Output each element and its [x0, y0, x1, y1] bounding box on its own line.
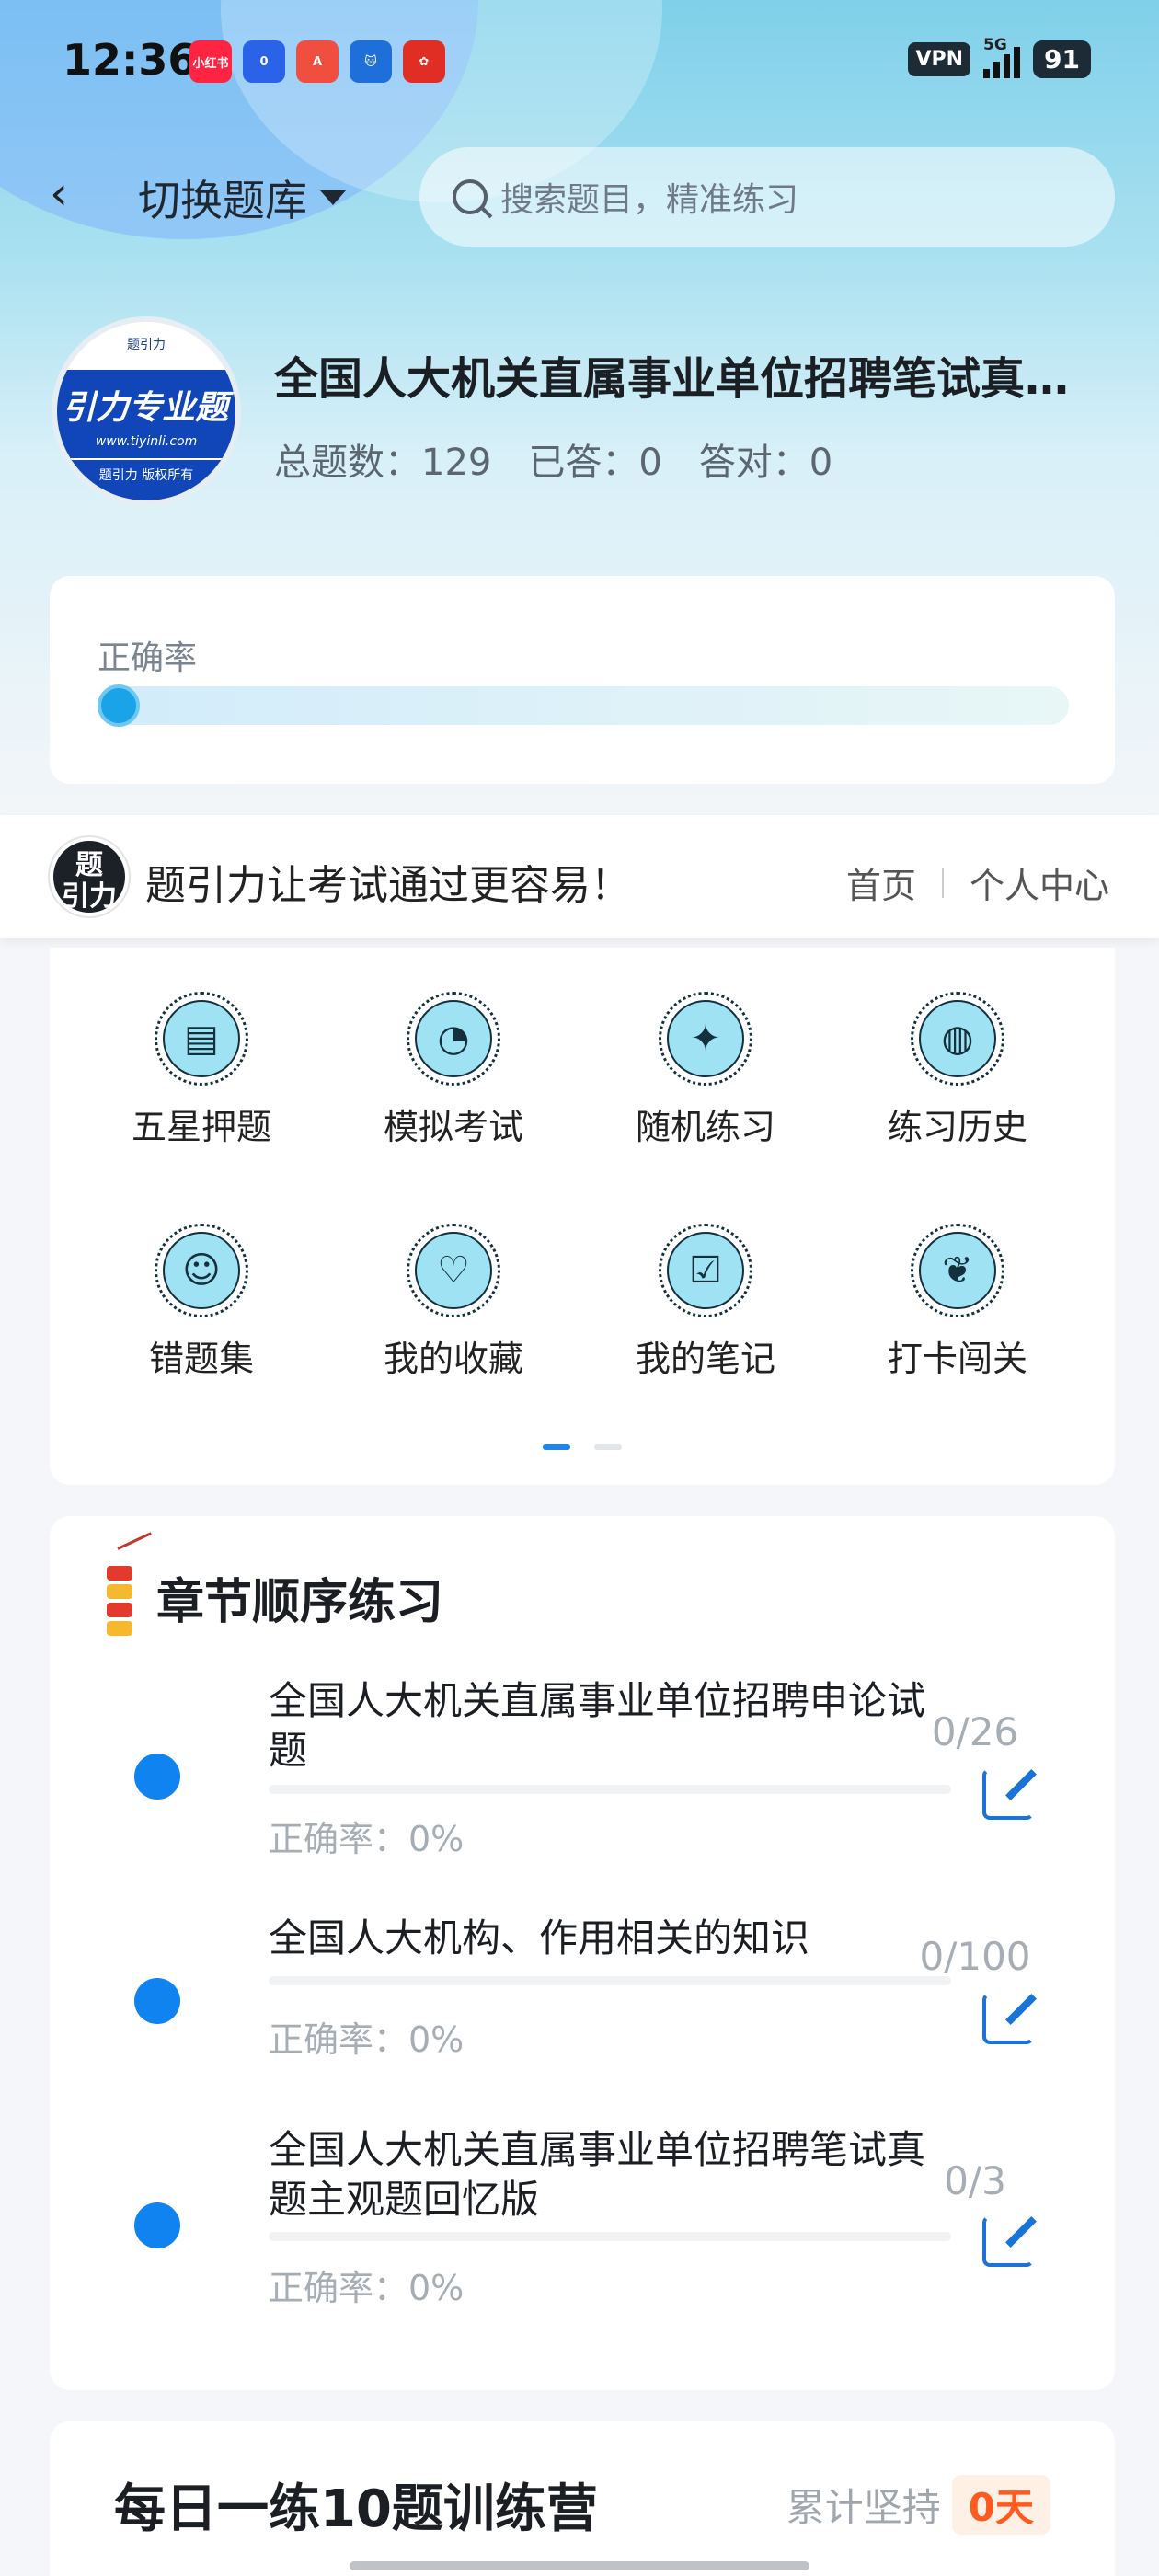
accuracy-progress-indicator	[98, 684, 140, 727]
pinduoduo-icon: ✿	[403, 40, 445, 83]
total-questions: 总题数：129	[274, 442, 492, 484]
func-label: 随机练习	[635, 1107, 775, 1147]
checklist-icon: ☑	[667, 1232, 744, 1309]
streak-info: 累计坚持 0天	[786, 2475, 1050, 2535]
logo-copyright: 题引力 版权所有	[57, 458, 235, 500]
logo-title: 引力专业题	[63, 389, 229, 427]
taobao-icon: 0	[243, 40, 285, 83]
correct-count: 答对：0	[698, 442, 833, 484]
sprout-icon: ❦	[919, 1232, 996, 1309]
function-grid: ▤ 五星押题 ◔ 模拟考试 ✦ 随机练习 ◍ 练习历史 ☺ 错题集 ♡ 我的收藏…	[50, 948, 1115, 1485]
page-dot-active	[543, 1444, 570, 1450]
chapter-accuracy: 正确率：0%	[269, 2019, 465, 2060]
profile-link[interactable]: 个人中心	[970, 857, 1109, 908]
func-mock-exam[interactable]: ◔ 模拟考试	[348, 992, 559, 1149]
func-notes[interactable]: ☑ 我的笔记	[600, 1224, 811, 1381]
xiaohongshu-icon: 小红书	[189, 40, 232, 83]
heart-icon: ♡	[415, 1232, 492, 1309]
chapter-practice-card: 章节顺序练习 全国人大机关直属事业单位招聘申论试题 正确率：0% 0/26 全国…	[50, 1516, 1115, 2390]
answered-count: 已答：0	[528, 442, 662, 484]
chapter-progress	[269, 1976, 951, 1985]
chapter-header: 章节顺序练习	[101, 1532, 444, 1641]
func-five-star[interactable]: ▤ 五星押题	[96, 992, 307, 1149]
globe-icon: ◍	[919, 1000, 996, 1077]
page-indicator	[543, 1444, 622, 1450]
status-indicators: VPN 5G 91	[908, 36, 1091, 78]
a-app-icon: A	[296, 40, 339, 83]
cat-app-icon: 🐱	[350, 40, 392, 83]
chapter-name: 全国人大机构、作用相关的知识	[269, 1915, 810, 1961]
func-favorites[interactable]: ♡ 我的收藏	[348, 1224, 559, 1381]
promo-banner: 题引力 题引力让考试通过更容易！ 首页 个人中心	[0, 815, 1159, 938]
bank-title: 全国人大机关直属事业单位招聘笔试真题主观题回忆版	[274, 353, 1102, 405]
network-icon: ✦	[667, 1000, 744, 1077]
accuracy-label: 正确率	[98, 639, 198, 677]
func-random-practice[interactable]: ✦ 随机练习	[600, 992, 811, 1149]
vpn-badge: VPN	[908, 42, 971, 76]
page-dot	[594, 1444, 622, 1450]
chapter-accuracy: 正确率：0%	[269, 1819, 465, 1859]
func-label: 打卡闯关	[887, 1339, 1027, 1379]
firecracker-icon	[101, 1532, 152, 1641]
func-label: 模拟考试	[383, 1107, 523, 1147]
func-label: 练习历史	[887, 1107, 1027, 1147]
head-icon: ☺	[163, 1232, 240, 1309]
logo-url: www.tiyinli.com	[95, 434, 198, 449]
chapter-accuracy: 正确率：0%	[269, 2268, 465, 2308]
home-indicator[interactable]	[350, 2561, 809, 2570]
accuracy-progress-track	[98, 686, 1069, 725]
logo-brand: 题引力	[57, 322, 235, 377]
chapter-bullet	[134, 1978, 180, 2024]
tiyinli-logo: 题引力	[50, 837, 129, 916]
func-checkin[interactable]: ❦ 打卡闯关	[852, 1224, 1063, 1381]
clock: 12:36	[63, 35, 198, 85]
caret-down-icon	[320, 190, 346, 205]
streak-badge: 0天	[951, 2475, 1050, 2535]
chapter-name: 全国人大机关直属事业单位招聘申论试题	[269, 1678, 926, 1773]
func-history[interactable]: ◍ 练习历史	[852, 992, 1063, 1149]
bank-stats: 总题数：129 已答：0 答对：0	[274, 432, 832, 486]
chapter-name: 全国人大机关直属事业单位招聘笔试真题主观题回忆版	[269, 2127, 926, 2222]
link-divider	[941, 868, 944, 898]
search-input[interactable]: 搜索题目，精准练习	[419, 147, 1115, 247]
edit-icon[interactable]	[982, 2215, 1034, 2267]
streak-label: 累计坚持	[786, 2485, 941, 2530]
daily-practice-card[interactable]: 每日一练10题训练营 累计坚持 0天	[50, 2421, 1115, 2576]
chapter-progress	[269, 1785, 951, 1794]
chapter-title: 章节顺序练习	[156, 1574, 444, 1630]
func-wrong-questions[interactable]: ☺ 错题集	[96, 1224, 307, 1381]
func-label: 我的笔记	[635, 1339, 775, 1379]
edit-icon[interactable]	[982, 1768, 1034, 1820]
chapter-count: 0/100	[919, 1934, 1031, 1979]
switch-bank-label: 切换题库	[138, 176, 307, 225]
banner-slogan: 题引力让考试通过更容易！	[145, 862, 631, 909]
search-icon	[453, 179, 488, 214]
chapter-bullet	[134, 1754, 180, 1800]
status-bar: 12:36 小红书 0 A 🐱 ✿ VPN 5G 91	[0, 0, 1159, 120]
network-type: 5G	[983, 35, 1007, 54]
id-card-icon: ▤	[163, 1000, 240, 1077]
gauge-icon: ◔	[415, 1000, 492, 1077]
bank-logo: 题引力 引力专业题 www.tiyinli.com 题引力 版权所有	[52, 316, 241, 506]
battery-icon: 91	[1033, 40, 1091, 78]
edit-icon[interactable]	[982, 1993, 1034, 2044]
search-placeholder: 搜索题目，精准练习	[500, 181, 799, 219]
switch-bank-dropdown[interactable]: 切换题库	[138, 166, 346, 230]
accuracy-card: 正确率	[50, 576, 1115, 784]
back-chevron-icon[interactable]: ‹	[50, 166, 105, 221]
chapter-progress	[269, 2232, 951, 2241]
func-label: 错题集	[148, 1339, 254, 1379]
chapter-bullet	[134, 2202, 180, 2248]
chapter-count: 0/3	[944, 2158, 1006, 2203]
func-label: 五星押题	[131, 1107, 271, 1147]
signal-icon: 5G	[983, 36, 1021, 78]
banner-links: 首页 个人中心	[846, 857, 1109, 908]
notification-icons: 小红书 0 A 🐱 ✿	[189, 40, 445, 83]
chapter-count: 0/26	[931, 1709, 1019, 1754]
home-link[interactable]: 首页	[846, 857, 916, 908]
func-label: 我的收藏	[383, 1339, 523, 1379]
daily-title: 每日一练10题训练营	[114, 2479, 598, 2539]
